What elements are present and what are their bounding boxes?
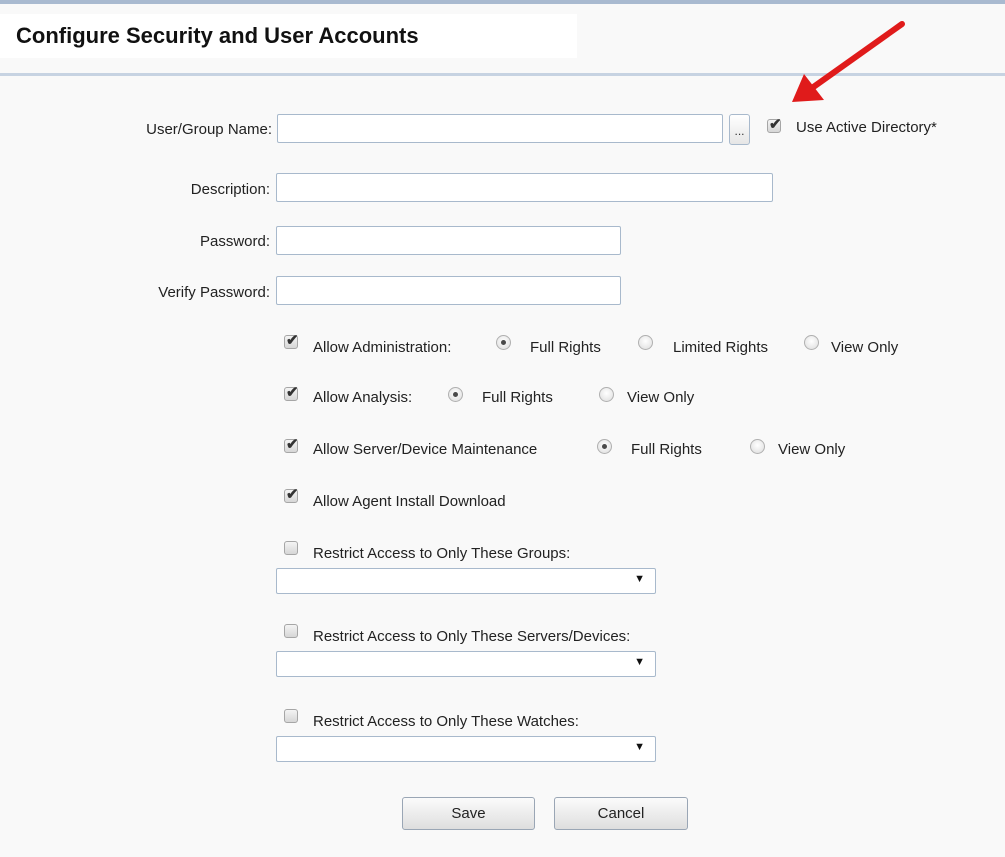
use-active-directory-checkbox[interactable]: ✔: [767, 116, 782, 133]
restrict-watches-select[interactable]: ▼: [276, 736, 656, 762]
allow-analysis-label: Allow Analysis:: [313, 389, 413, 406]
admin-full-rights-radio[interactable]: [496, 335, 511, 350]
check-icon: ✔: [286, 436, 299, 453]
restrict-groups-checkbox[interactable]: [284, 541, 298, 555]
description-label: Description:: [190, 181, 270, 198]
maintenance-view-only-radio[interactable]: [750, 439, 765, 454]
top-border: [0, 0, 1005, 4]
analysis-full-rights-radio[interactable]: [448, 387, 463, 402]
admin-limited-rights-radio[interactable]: [638, 335, 653, 350]
allow-maintenance-checkbox[interactable]: ✔: [284, 436, 299, 453]
restrict-groups-select[interactable]: ▼: [276, 568, 656, 594]
allow-administration-label: Allow Administration:: [313, 339, 452, 356]
allow-maintenance-label: Allow Server/Device Maintenance: [313, 441, 538, 458]
password-label: Password:: [199, 233, 270, 250]
allow-administration-checkbox[interactable]: ✔: [284, 332, 299, 349]
radio-dot: [501, 340, 506, 345]
browse-users-button[interactable]: ...: [729, 114, 750, 145]
allow-agent-install-label: Allow Agent Install Download: [313, 493, 506, 510]
admin-full-rights-label: Full Rights: [530, 339, 601, 356]
analysis-view-only-radio[interactable]: [599, 387, 614, 402]
radio-dot: [602, 444, 607, 449]
allow-analysis-checkbox[interactable]: ✔: [284, 384, 299, 401]
verify-password-label: Verify Password:: [158, 284, 270, 301]
check-icon: ✔: [286, 486, 299, 503]
user-group-name-label: User/Group Name:: [146, 121, 272, 138]
cancel-button[interactable]: Cancel: [554, 797, 688, 830]
check-icon: ✔: [769, 116, 782, 133]
save-button[interactable]: Save: [402, 797, 535, 830]
verify-password-input[interactable]: [276, 276, 621, 305]
page-title: Configure Security and User Accounts: [16, 23, 419, 48]
check-icon: ✔: [286, 332, 299, 349]
restrict-servers-label: Restrict Access to Only These Servers/De…: [313, 628, 631, 645]
admin-view-only-radio[interactable]: [804, 335, 819, 350]
red-arrow-icon: [792, 21, 905, 102]
password-input[interactable]: [276, 226, 621, 255]
radio-dot: [453, 392, 458, 397]
admin-limited-rights-label: Limited Rights: [673, 339, 769, 356]
restrict-groups-label: Restrict Access to Only These Groups:: [313, 545, 571, 562]
check-icon: ✔: [286, 384, 299, 401]
maintenance-full-rights-label: Full Rights: [631, 441, 702, 458]
restrict-watches-checkbox[interactable]: [284, 709, 298, 723]
analysis-view-only-label: View Only: [627, 389, 695, 406]
analysis-full-rights-label: Full Rights: [482, 389, 553, 406]
maintenance-view-only-label: View Only: [778, 441, 846, 458]
admin-view-only-label: View Only: [831, 339, 899, 356]
description-input[interactable]: [276, 173, 773, 202]
dropdown-arrow-icon: ▼: [634, 656, 645, 668]
restrict-servers-checkbox[interactable]: [284, 624, 298, 638]
maintenance-full-rights-radio[interactable]: [597, 439, 612, 454]
user-group-name-input[interactable]: [277, 114, 723, 143]
title-bar: Configure Security and User Accounts: [0, 14, 577, 58]
allow-agent-install-checkbox[interactable]: ✔: [284, 486, 299, 503]
restrict-servers-select[interactable]: ▼: [276, 651, 656, 677]
use-active-directory-label: Use Active Directory*: [796, 119, 937, 136]
dropdown-arrow-icon: ▼: [634, 573, 645, 585]
restrict-watches-label: Restrict Access to Only These Watches:: [313, 713, 579, 730]
dropdown-arrow-icon: ▼: [634, 741, 645, 753]
